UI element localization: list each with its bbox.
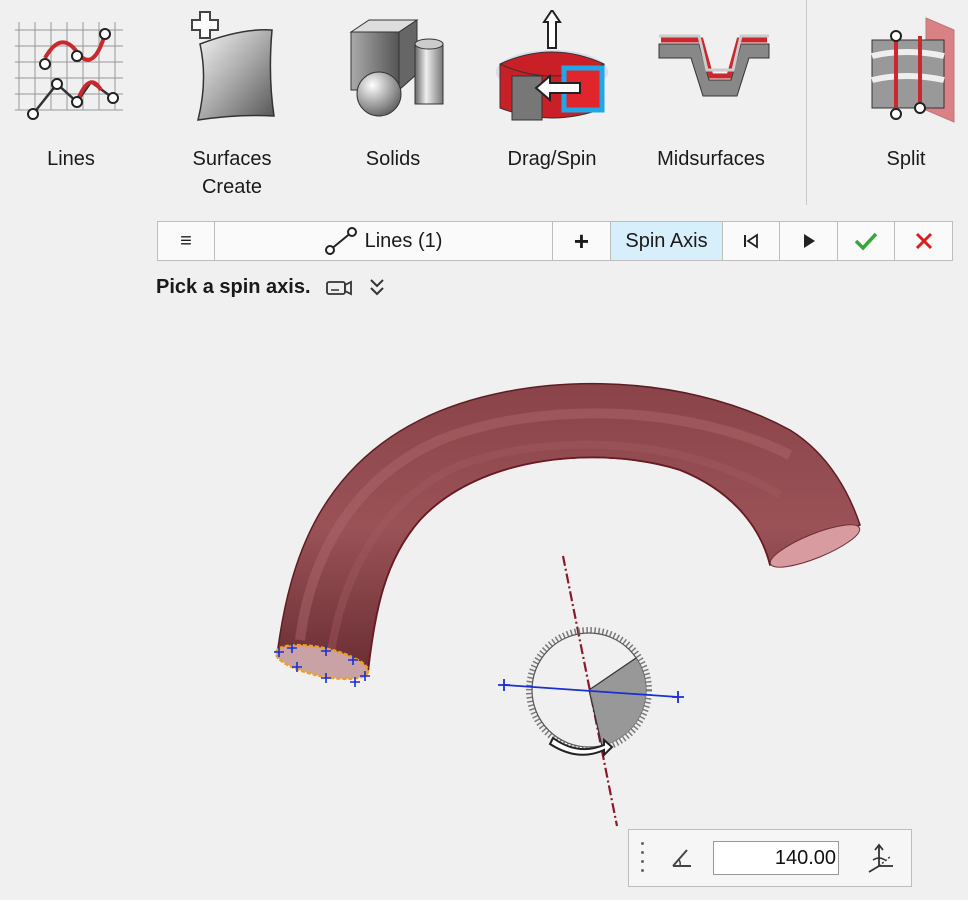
prompt-bar: Pick a spin axis. xyxy=(156,276,387,299)
tube-model[interactable] xyxy=(273,383,864,686)
midsurfaces-tool[interactable]: Midsurfaces xyxy=(636,10,786,173)
hamburger-icon: ≡ xyxy=(180,229,192,252)
lines-label: Lines xyxy=(47,148,95,170)
reset-button[interactable] xyxy=(723,222,780,260)
midsurfaces-icon xyxy=(651,10,771,125)
rotation-manipulator[interactable] xyxy=(526,627,652,758)
drag-spin-icon xyxy=(492,8,612,125)
drag-spin-tool[interactable]: Drag/Spin xyxy=(477,8,627,173)
plus-icon: + xyxy=(573,225,590,256)
surfaces-create-label: Surfaces Create xyxy=(192,148,272,198)
angle-icon xyxy=(672,849,691,867)
lines-tool[interactable]: Lines xyxy=(0,10,146,173)
spin-axis-label: Spin Axis xyxy=(625,229,708,252)
cancel-button[interactable] xyxy=(895,222,952,260)
line-icon xyxy=(324,227,357,255)
prompt-text: Pick a spin axis. xyxy=(156,276,311,298)
camera-icon[interactable] xyxy=(325,278,353,298)
ribbon: Lines Surfaces Create Solids Drag/Spin M… xyxy=(0,0,968,210)
add-selector-button[interactable]: + xyxy=(553,222,611,260)
lines-selector[interactable]: Lines (1) xyxy=(215,222,553,260)
skip-back-icon xyxy=(744,233,758,249)
graphics-viewport[interactable] xyxy=(0,300,968,830)
close-icon xyxy=(915,232,932,250)
guide-bar: ≡ Lines (1) + Spin Axis xyxy=(157,221,953,261)
split-label: Split xyxy=(886,148,926,170)
ok-button[interactable] xyxy=(838,222,895,260)
apply-button[interactable] xyxy=(780,222,838,260)
guide-bar-menu-button[interactable]: ≡ xyxy=(158,222,215,260)
lines-icon xyxy=(11,10,131,125)
solids-label: Solids xyxy=(365,148,421,170)
solids-icon xyxy=(333,10,453,125)
angle-value-input[interactable] xyxy=(713,841,839,875)
drag-grip-icon[interactable] xyxy=(641,842,645,874)
solids-tool[interactable]: Solids xyxy=(318,10,468,173)
checkmark-icon xyxy=(854,232,878,251)
midsurfaces-label: Midsurfaces xyxy=(657,148,765,170)
play-icon xyxy=(803,234,815,248)
surfaces-create-tool[interactable]: Surfaces Create xyxy=(157,10,307,201)
angle-input-panel xyxy=(628,829,912,887)
drag-spin-label: Drag/Spin xyxy=(507,148,597,170)
surfaces-create-icon xyxy=(172,10,292,125)
ribbon-separator xyxy=(806,0,807,205)
split-tool[interactable]: Split xyxy=(831,10,968,173)
chevron-down-icon[interactable] xyxy=(367,277,387,299)
split-icon xyxy=(846,10,966,125)
spin-axis-selector[interactable]: Spin Axis xyxy=(611,222,723,260)
axis-options-icon[interactable] xyxy=(863,842,897,874)
lines-selector-label: Lines (1) xyxy=(364,229,443,252)
